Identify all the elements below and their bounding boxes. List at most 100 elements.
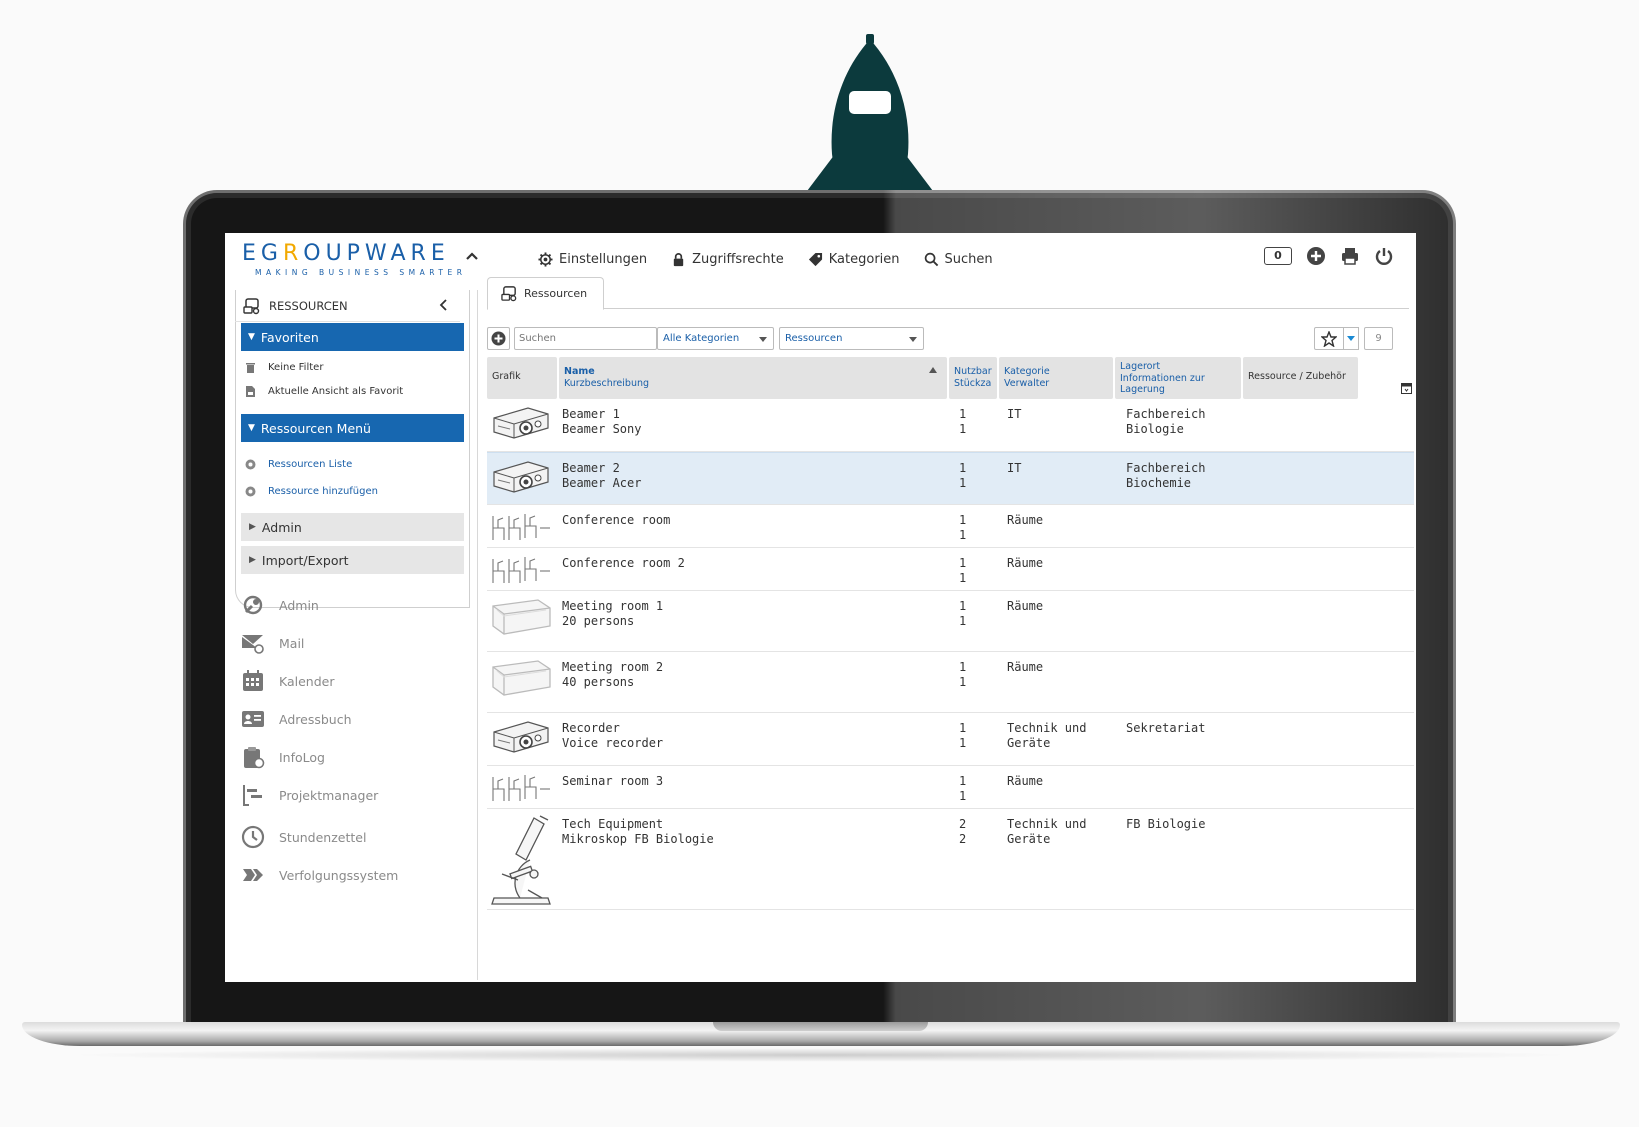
column-header-kategorie[interactable]: Kategorie Verwalter	[999, 357, 1113, 399]
cell-name: Conference room	[562, 513, 671, 527]
add-resource-button[interactable]	[487, 327, 510, 350]
sidebar-title: RESSOURCEN	[235, 290, 460, 322]
table-row[interactable]: Beamer 1 Beamer Sony 1 1 IT Fachbereich Biolog…	[487, 399, 1414, 452]
mail-icon	[242, 635, 264, 654]
top-navigation: Einstellungen Zugriffsrechte Kategorien …	[538, 252, 993, 267]
column-header-grafik[interactable]: Grafik	[487, 357, 557, 399]
table-row[interactable]: Recorder Voice recorder 1 1 Technik und Gerät…	[487, 713, 1414, 766]
tag-icon	[808, 252, 822, 267]
search-input[interactable]	[514, 327, 657, 350]
table-row[interactable]: Conference room 1 1 Räume	[487, 505, 1414, 548]
favorites-dropdown[interactable]	[1344, 327, 1359, 350]
cell-name: Meeting room 1 20 persons	[562, 599, 664, 628]
column-selection-icon[interactable]	[1401, 383, 1412, 394]
column-header-ressource-zubehoer[interactable]: Ressource / Zubehör	[1243, 357, 1358, 399]
app-verfolgungssystem[interactable]: Verfolgungssystem	[241, 863, 398, 887]
header-actions: 0	[1264, 246, 1394, 266]
sidebar-admin-section[interactable]: ▶ Admin	[241, 513, 464, 541]
table-row[interactable]: Beamer 2 Beamer Acer 1 1 IT Fachbereich Bioche…	[487, 452, 1414, 505]
app-mail[interactable]: Mail	[241, 631, 304, 655]
laptop-notch	[713, 1022, 928, 1031]
chairs-thumbnail-icon	[490, 771, 552, 808]
caret-down-icon	[1347, 336, 1355, 341]
caret-down-icon	[909, 337, 917, 342]
cell-kategorie: Räume	[1007, 599, 1044, 613]
app-screen: EGROUPWARE MAKING BUSINESS SMARTER Einst…	[225, 233, 1416, 982]
add-circle-icon	[491, 331, 506, 346]
column-header-nutzbar[interactable]: Nutzbar Stückzah	[949, 357, 997, 399]
nav-kategorien[interactable]: Kategorien	[808, 252, 900, 267]
favorite-star-button[interactable]	[1314, 327, 1344, 350]
cell-lagerort: Fachbereich Biologie	[1126, 407, 1206, 436]
table-row[interactable]: Meeting room 2 40 persons 1 1 Räume	[487, 652, 1414, 713]
egroupware-logo[interactable]: EGROUPWARE MAKING BUSINESS SMARTER	[242, 241, 466, 277]
app-projektmanager[interactable]: Projektmanager	[241, 783, 378, 807]
cell-kategorie: Technik und Geräte	[1007, 721, 1087, 750]
cell-lagerort: Fachbereich Biochemie	[1126, 461, 1206, 490]
category-select[interactable]: Alle Kategorien	[657, 327, 774, 350]
logo-wordmark: EGROUPWARE	[242, 241, 450, 266]
menu-ressourcen-liste[interactable]: Ressourcen Liste	[245, 459, 352, 470]
ressourcen-menu-header[interactable]: ▼ Ressourcen Menü	[241, 414, 464, 442]
box-thumbnail-icon	[490, 657, 552, 700]
printer-icon[interactable]	[1340, 246, 1360, 266]
calendar-icon	[243, 670, 263, 691]
bullet-circle-icon	[245, 486, 256, 497]
collapse-sidebar-icon[interactable]	[438, 299, 450, 311]
logo-tagline: MAKING BUSINESS SMARTER	[255, 268, 467, 277]
column-header-name[interactable]: Name Kurzbeschreibung	[559, 357, 947, 399]
clipboard-icon	[244, 747, 265, 769]
nav-einstellungen[interactable]: Einstellungen	[538, 252, 647, 267]
app-stundenzettel[interactable]: Stundenzettel	[241, 825, 366, 849]
column-header-lagerort[interactable]: Lagerort Informationen zur Lagerung	[1115, 357, 1241, 399]
lock-icon	[673, 253, 684, 267]
cell-name: Beamer 1 Beamer Sony	[562, 407, 642, 436]
cell-name: Meeting room 2 40 persons	[562, 660, 664, 689]
table-row[interactable]: Conference room 2 1 1 Räume	[487, 548, 1414, 591]
gear-icon	[538, 252, 553, 267]
app-kalender[interactable]: Kalender	[241, 669, 335, 693]
star-icon	[1321, 330, 1337, 347]
favorite-keine-filter[interactable]: Keine Filter	[245, 362, 323, 373]
app-adressbuch[interactable]: Adressbuch	[241, 707, 352, 731]
triangle-down-icon: ▼	[248, 332, 255, 342]
favorites-header[interactable]: ▼ Favoriten	[241, 323, 464, 351]
cell-kategorie: Technik und Geräte	[1007, 817, 1087, 846]
triangle-down-icon: ▼	[248, 423, 255, 433]
favorite-save-current-view[interactable]: Aktuelle Ansicht als Favorit	[245, 386, 403, 397]
table-row[interactable]: Seminar room 3 1 1 Räume	[487, 766, 1414, 809]
app-admin[interactable]: Admin	[241, 593, 319, 617]
cell-stueckzahl: 11	[959, 556, 967, 585]
nav-suchen[interactable]: Suchen	[924, 252, 993, 267]
cell-lagerort: Sekretariat	[1126, 721, 1206, 735]
cell-kategorie: Räume	[1007, 513, 1044, 527]
cell-kategorie: Räume	[1007, 660, 1044, 674]
project-gantt-icon	[243, 785, 262, 806]
resource-type-select[interactable]: Ressourcen	[779, 327, 924, 350]
menu-ressource-hinzufuegen[interactable]: Ressource hinzufügen	[245, 486, 378, 497]
nav-zugriffsrechte[interactable]: Zugriffsrechte	[671, 252, 784, 267]
cell-stueckzahl: 11	[959, 774, 967, 803]
resources-app-icon	[501, 286, 517, 302]
power-icon[interactable]	[1374, 246, 1394, 266]
bullet-circle-icon	[245, 459, 256, 470]
add-circle-icon[interactable]	[1306, 246, 1326, 266]
search-icon	[924, 252, 938, 267]
admin-tools-icon	[243, 595, 263, 615]
app-infolog[interactable]: InfoLog	[241, 745, 325, 769]
laptop-shadow	[60, 1048, 1580, 1062]
trash-icon	[246, 363, 255, 373]
cell-stueckzahl: 11	[959, 461, 967, 490]
cell-name: Conference room 2	[562, 556, 685, 570]
table-row[interactable]: Meeting room 1 20 persons 1 1 Räume	[487, 591, 1414, 652]
cell-kategorie: Räume	[1007, 774, 1044, 788]
chevron-up-icon[interactable]	[465, 249, 479, 263]
microscope-thumbnail-icon	[490, 814, 556, 909]
notification-counter[interactable]: 0	[1264, 247, 1292, 265]
sidebar-import-export-section[interactable]: ▶ Import/Export	[241, 546, 464, 574]
sidebar-splitter[interactable]	[477, 290, 478, 980]
caret-down-icon	[759, 337, 767, 342]
tab-ressourcen[interactable]: Ressourcen	[487, 277, 604, 310]
table-row[interactable]: Tech Equipment Mikroskop FB Biologie 2 2 Tec…	[487, 809, 1414, 910]
triangle-right-icon: ▶	[249, 555, 256, 565]
